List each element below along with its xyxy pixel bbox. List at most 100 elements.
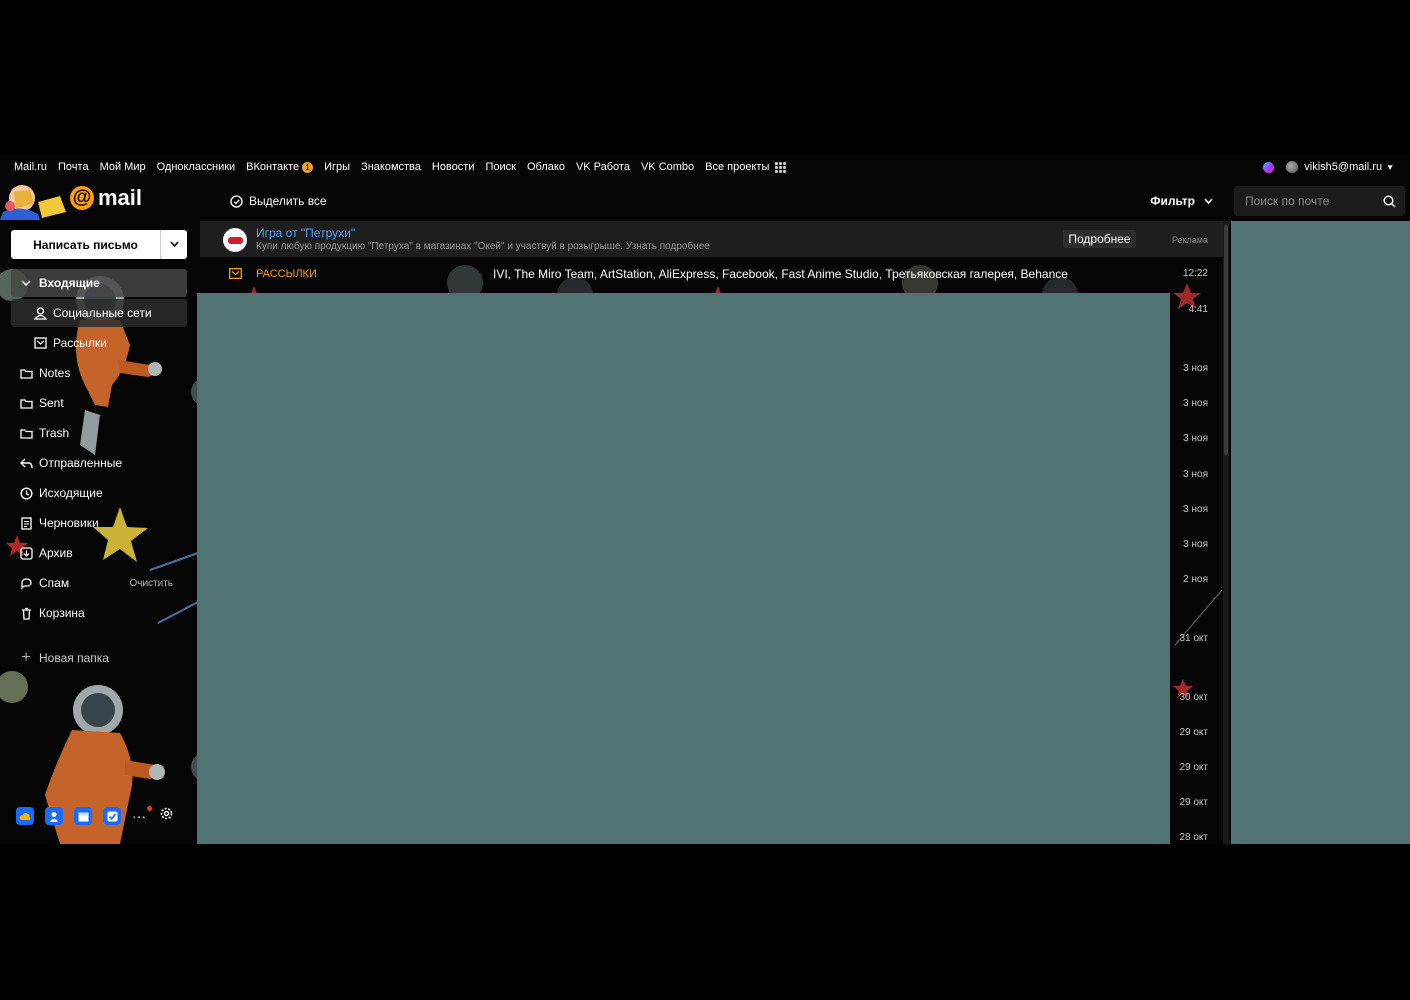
compose-button[interactable]: Написать письмо	[11, 230, 187, 259]
folder-social[interactable]: Социальные сети	[11, 299, 187, 327]
portal-link-odnoklassniki[interactable]: Одноклассники	[157, 161, 236, 173]
newsletter-group-row[interactable]: РАССЫЛКИ IVI, The Miro Team, ArtStation,…	[200, 258, 1223, 290]
chevron-down-icon[interactable]: ▼	[1386, 163, 1394, 172]
row-time: 3 ноя	[1183, 363, 1208, 374]
portal-link-vk-combo[interactable]: VK Combo	[641, 161, 694, 173]
portal-link-games[interactable]: Игры	[324, 161, 350, 173]
folder-trash-en-label: Trash	[39, 426, 70, 440]
folder-drafts-label: Черновики	[39, 516, 99, 530]
clock-icon	[19, 486, 33, 500]
new-folder-button[interactable]: + Новая папка	[11, 644, 187, 672]
folder-social-label: Социальные сети	[53, 306, 152, 320]
spam-clear-link[interactable]: Очистить	[129, 578, 173, 589]
plus-icon: +	[21, 649, 31, 666]
search-icon[interactable]	[1383, 194, 1396, 208]
user-area: vikish5@mail.ru ▼	[1263, 155, 1394, 179]
assistant-orb-icon[interactable]	[1263, 161, 1275, 173]
row-time: 29 окт	[1179, 762, 1208, 773]
ad-text: Купи любую продукцию "Петруха" в магазин…	[256, 241, 710, 252]
select-all-button[interactable]: Выделить все	[230, 194, 327, 208]
chevron-down-icon	[1204, 198, 1213, 204]
folder-archive[interactable]: Архив	[11, 539, 187, 567]
ad-label: Реклама	[1171, 235, 1208, 245]
content-placeholder-panel	[197, 293, 1170, 844]
user-email[interactable]: vikish5@mail.ru	[1304, 161, 1382, 173]
contacts-icon[interactable]	[45, 807, 63, 825]
newsletter-icon	[33, 336, 47, 350]
folder-newsletters[interactable]: Рассылки	[11, 329, 187, 357]
notification-dot	[147, 806, 152, 811]
ad-brand-logo	[223, 228, 247, 252]
row-time: 28 окт	[1179, 832, 1208, 843]
portal-link-search[interactable]: Поиск	[486, 161, 516, 173]
row-time: 3 ноя	[1183, 504, 1208, 515]
folder-notes[interactable]: Notes	[11, 359, 187, 387]
search-box[interactable]	[1234, 186, 1405, 216]
document-icon	[19, 516, 33, 530]
trash-icon	[19, 606, 33, 620]
folder-drafts[interactable]: Черновики	[11, 509, 187, 537]
ad-title[interactable]: Игра от "Петрухи"	[256, 226, 355, 240]
folder-bin[interactable]: Корзина	[11, 599, 187, 627]
calendar-icon[interactable]	[74, 807, 92, 825]
at-sign-icon: @	[70, 186, 94, 210]
row-time: 31 окт	[1179, 633, 1208, 644]
portal-link-pochta[interactable]: Почта	[58, 161, 89, 173]
chevron-down-icon[interactable]	[19, 276, 33, 290]
people-icon	[33, 306, 47, 320]
folder-icon	[19, 366, 33, 380]
filter-button[interactable]: Фильтр	[1150, 194, 1213, 208]
newsletter-category: РАССЫЛКИ	[256, 268, 317, 280]
bottom-toolbar: ···	[16, 806, 173, 825]
portal-link-news[interactable]: Новости	[432, 161, 475, 173]
more-icon[interactable]: ···	[132, 806, 152, 824]
folder-newsletters-label: Рассылки	[53, 336, 107, 350]
folder-outbox-label: Исходящие	[39, 486, 103, 500]
chevron-down-icon[interactable]	[161, 239, 187, 250]
select-all-label: Выделить все	[249, 194, 327, 208]
folder-spam[interactable]: Спам Очистить	[11, 569, 187, 597]
row-time: 3 ноя	[1183, 398, 1208, 409]
newsletter-icon	[229, 268, 242, 279]
logo-illustration-icon	[0, 182, 70, 220]
logo-text: @ mail	[70, 185, 142, 211]
ad-details-button[interactable]: Подробнее	[1063, 230, 1136, 248]
portal-link-mailru[interactable]: Mail.ru	[14, 161, 47, 173]
portal-link-moy-mir[interactable]: Мой Мир	[100, 161, 146, 173]
compose-label[interactable]: Написать письмо	[11, 238, 160, 252]
folder-sent[interactable]: Отправленные	[11, 449, 187, 477]
portal-link-cloud[interactable]: Облако	[527, 161, 565, 173]
folder-notes-label: Notes	[39, 366, 71, 380]
folder-spam-label: Спам	[39, 576, 70, 590]
portal-link-all-projects[interactable]: Все проекты	[705, 161, 787, 173]
folder-outbox[interactable]: Исходящие	[11, 479, 187, 507]
folder-archive-label: Архив	[39, 546, 73, 560]
portal-link-dating[interactable]: Знакомства	[361, 161, 421, 173]
settings-gear-icon[interactable]	[160, 807, 173, 825]
tasks-icon[interactable]	[103, 807, 121, 825]
mail-app: Mail.ru Почта Мой Мир Одноклассники ВКон…	[0, 155, 1410, 844]
cloud-icon[interactable]	[16, 807, 34, 825]
scrollbar-thumb[interactable]	[1224, 225, 1228, 455]
check-circle-icon	[230, 194, 243, 208]
row-time: 2 ноя	[1183, 574, 1208, 585]
mail-logo[interactable]: @ mail	[0, 182, 190, 222]
row-time: 30 окт	[1179, 692, 1208, 703]
vk-notification-badge: 1	[302, 161, 314, 173]
row-time: 3 ноя	[1183, 469, 1208, 480]
row-time: 12:22	[1182, 268, 1208, 279]
folder-inbox[interactable]: Входящие	[11, 269, 187, 297]
folder-sent-en[interactable]: Sent	[11, 389, 187, 417]
search-input[interactable]	[1243, 193, 1377, 209]
spam-icon	[19, 576, 33, 590]
row-time: 3 ноя	[1183, 539, 1208, 550]
filter-label: Фильтр	[1150, 194, 1195, 208]
row-time: 29 окт	[1179, 727, 1208, 738]
right-placeholder-panel	[1231, 221, 1410, 844]
message-toolbar: Выделить все Фильтр	[200, 184, 1223, 218]
portal-link-vk-work[interactable]: VK Работа	[576, 161, 630, 173]
folder-trash-en[interactable]: Trash	[11, 419, 187, 447]
avatar[interactable]	[1286, 161, 1299, 173]
portal-link-vkontakte[interactable]: ВКонтакте 1	[246, 161, 314, 173]
ad-row[interactable]: Игра от "Петрухи" Купи любую продукцию "…	[200, 221, 1223, 257]
